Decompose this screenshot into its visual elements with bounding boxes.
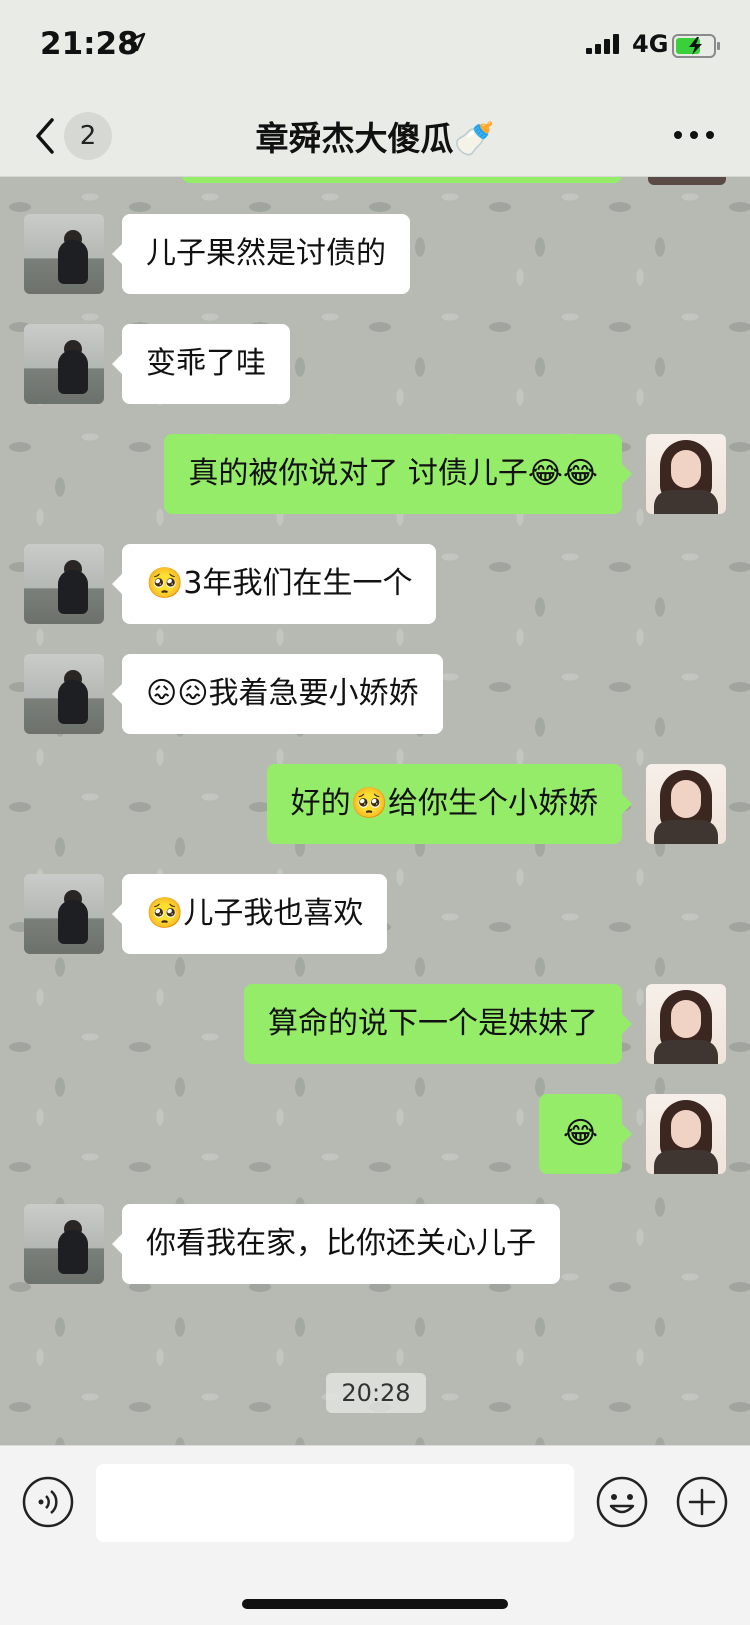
chat-title: 章舜杰大傻瓜🍼 xyxy=(255,119,495,158)
chat-message-list[interactable]: 儿子果然是讨债的 变乖了哇 真的被你说对了 讨债儿子😂😂 🥺3年我们在生一个 😖… xyxy=(0,177,750,1445)
outgoing-message[interactable]: 好的🥺给你生个小娇娇 xyxy=(266,764,633,844)
my-avatar[interactable] xyxy=(646,764,726,844)
input-bar xyxy=(0,1445,750,1625)
outgoing-message[interactable]: 算命的说下一个是妹妹了 xyxy=(244,984,632,1064)
incoming-message[interactable]: 你看我在家，比你还关心儿子 xyxy=(112,1204,560,1284)
signal-icon xyxy=(586,34,619,54)
partial-message-bubble xyxy=(182,177,622,183)
contact-avatar[interactable] xyxy=(24,654,104,734)
outgoing-message[interactable]: 真的被你说对了 讨债儿子😂😂 xyxy=(164,434,632,514)
status-bar: 21:28 4G xyxy=(0,0,750,96)
more-options-icon[interactable] xyxy=(672,120,716,150)
emoji-icon[interactable] xyxy=(596,1476,648,1528)
message-timestamp: 20:28 xyxy=(326,1373,426,1413)
incoming-message[interactable]: 🥺儿子我也喜欢 xyxy=(111,874,388,954)
battery-charging-icon xyxy=(672,34,720,58)
contact-avatar[interactable] xyxy=(24,1204,104,1284)
home-indicator xyxy=(242,1599,508,1609)
incoming-message[interactable]: 儿子果然是讨债的 xyxy=(112,214,410,294)
my-avatar[interactable] xyxy=(646,984,726,1064)
incoming-message[interactable]: 🥺3年我们在生一个 xyxy=(111,544,437,624)
outgoing-message[interactable]: 😂 xyxy=(538,1094,633,1174)
incoming-message[interactable]: 变乖了哇 xyxy=(112,324,290,404)
unread-count-badge[interactable]: 2 xyxy=(64,112,112,160)
chat-header: 2 章舜杰大傻瓜🍼 xyxy=(0,96,750,177)
my-avatar[interactable] xyxy=(646,1094,726,1174)
message-input[interactable] xyxy=(96,1464,574,1542)
my-avatar[interactable] xyxy=(646,434,726,514)
incoming-message[interactable]: 😖😖我着急要小娇娇 xyxy=(112,654,443,734)
voice-input-icon[interactable] xyxy=(22,1476,74,1528)
status-time: 21:28 xyxy=(40,26,139,62)
more-actions-plus-icon[interactable] xyxy=(676,1476,728,1528)
contact-avatar[interactable] xyxy=(24,874,104,954)
location-arrow-icon xyxy=(126,32,146,52)
contact-avatar[interactable] xyxy=(24,544,104,624)
network-type: 4G xyxy=(632,30,669,58)
contact-avatar[interactable] xyxy=(24,214,104,294)
contact-avatar[interactable] xyxy=(24,324,104,404)
partial-avatar xyxy=(648,177,726,185)
back-arrow-icon[interactable] xyxy=(28,114,62,158)
